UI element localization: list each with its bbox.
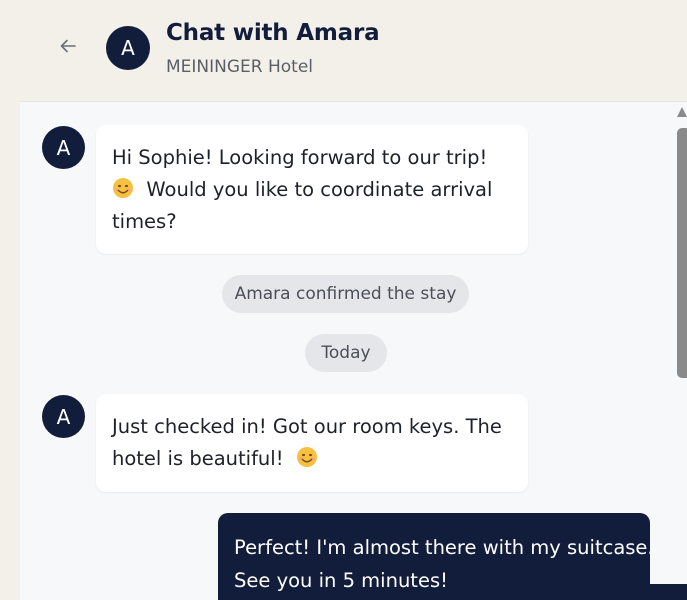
message-text: hotel is beautiful!: [112, 447, 284, 470]
message-line: Hi Sophie! Looking forward to our trip!: [112, 146, 488, 169]
message-line: times?: [112, 210, 177, 233]
back-button[interactable]: [52, 30, 84, 62]
smiling-face-icon: [113, 178, 133, 198]
chat-title: Chat with Amara: [166, 20, 380, 46]
incoming-message: Hi Sophie! Looking forward to our trip! …: [96, 125, 528, 254]
chat-window: A Chat with Amara MEININGER Hotel A Hi S…: [0, 0, 687, 600]
arrow-left-icon: [60, 39, 76, 53]
contact-avatar: A: [106, 26, 150, 70]
partial-overlay-chip: [650, 584, 687, 600]
message-list[interactable]: A Hi Sophie! Looking forward to our trip…: [20, 101, 687, 600]
message-line-with-emoji: Would you like to coordinate arrival: [112, 174, 512, 206]
chat-subtitle: MEININGER Hotel: [166, 57, 314, 77]
message-line: See you in 5 minutes!: [234, 569, 448, 592]
message-line: Just checked in! Got our room keys. The: [112, 415, 502, 438]
message-text: Would you like to coordinate arrival: [146, 178, 493, 201]
scroll-up-arrow-icon[interactable]: [677, 107, 687, 117]
smiling-face-icon: [296, 447, 317, 467]
message-avatar: A: [42, 126, 85, 169]
chat-header: A Chat with Amara MEININGER Hotel: [0, 0, 687, 101]
message-line: Perfect! I'm almost there with my suitca…: [234, 536, 654, 559]
date-separator: Today: [305, 334, 387, 372]
outgoing-message: Perfect! I'm almost there with my suitca…: [218, 513, 654, 600]
message-line-with-emoji: hotel is beautiful!: [112, 443, 512, 475]
incoming-message: Just checked in! Got our room keys. The …: [96, 394, 528, 492]
message-avatar: A: [42, 395, 85, 438]
system-event-pill: Amara confirmed the stay: [222, 275, 469, 313]
scrollbar-thumb[interactable]: [677, 128, 687, 378]
